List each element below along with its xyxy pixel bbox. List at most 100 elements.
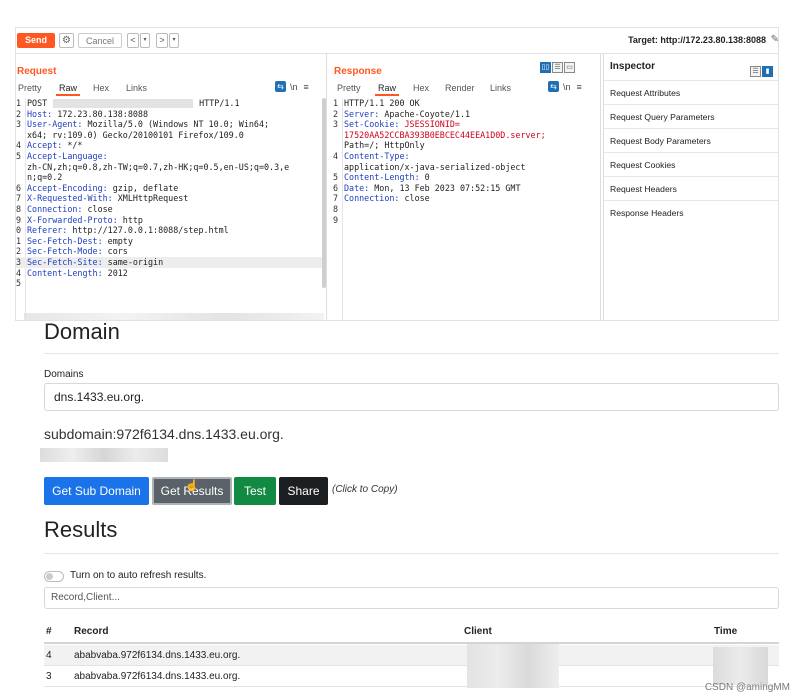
forward-button[interactable]: > xyxy=(156,33,168,48)
get-sub-domain-button[interactable]: Get Sub Domain xyxy=(44,477,149,505)
subdomain-text[interactable]: subdomain:972f6134.dns.1433.eu.org. xyxy=(44,426,284,442)
header-value: POST xyxy=(27,98,48,108)
results-filter-input[interactable]: Record,Client... xyxy=(44,587,779,609)
line-number: 5 xyxy=(16,278,22,289)
line-number: 2 xyxy=(16,108,22,119)
csdn-watermark: CSDN @amingMM xyxy=(704,682,790,693)
header-name: Connection: xyxy=(344,193,400,204)
inspector-list-icon[interactable]: ☰ xyxy=(750,66,761,77)
redacted-text xyxy=(40,448,168,462)
code-line: 1 HTTP/1.1 200 OK xyxy=(333,98,600,109)
line-number: 0 xyxy=(16,225,22,236)
header-name: Host: xyxy=(27,108,53,119)
table-row[interactable]: 3 ababvaba.972f6134.dns.1433.eu.org. xyxy=(44,666,779,687)
column-header-time: Time xyxy=(714,626,738,637)
inspector-pane: Inspector ☰ ▮ Request Attributes Request … xyxy=(603,54,778,320)
menu-icon[interactable]: ≡ xyxy=(577,82,582,92)
back-button[interactable]: < xyxy=(127,33,139,48)
inspector-item-request-headers[interactable]: Request Headers xyxy=(604,176,778,200)
header-name: Accept-Encoding: xyxy=(27,182,108,193)
target-label[interactable]: Target: http://172.23.80.138:8088 xyxy=(628,35,766,45)
wrap-lines-icon[interactable]: ⇆ xyxy=(548,81,559,93)
line-number: 1 xyxy=(16,235,22,246)
domains-select[interactable]: dns.1433.eu.org. xyxy=(44,383,779,411)
show-newlines-icon[interactable]: \n xyxy=(290,82,298,92)
menu-icon[interactable]: ≡ xyxy=(304,82,309,92)
back-history-dropdown[interactable]: ▾ xyxy=(140,33,150,48)
request-scrollbar[interactable] xyxy=(322,98,326,288)
dnslog-page: Domain Domains dns.1433.eu.org. subdomai… xyxy=(15,319,779,689)
split-horizontal-icon[interactable]: ▯▯ xyxy=(540,62,551,73)
line-number: 6 xyxy=(333,182,339,193)
code-line: 3 User-Agent: Mozilla/5.0 (Windows NT 10.… xyxy=(16,119,326,130)
burp-repeater-panel: Send ⚙ Cancel < ▾ > ▾ Target: http://172… xyxy=(15,27,779,321)
column-header-client: Client xyxy=(464,626,492,637)
code-line: x64; rv:109.0) Gecko/20100101 Firefox/10… xyxy=(16,130,326,141)
code-line: 0 Referer: http://127.0.0.1:8088/step.htm… xyxy=(16,225,326,236)
auto-refresh-label: Turn on to auto refresh results. xyxy=(70,570,207,581)
forward-history-dropdown[interactable]: ▾ xyxy=(169,33,179,48)
row-number: 3 xyxy=(46,671,52,682)
request-editor[interactable]: 1 POST HTTP/1.1 2 Host: 172.23.80.138:8088 3 U… xyxy=(16,98,326,289)
tab-hex[interactable]: Hex xyxy=(413,82,429,94)
inspector-item-response-headers[interactable]: Response Headers xyxy=(604,200,778,224)
tab-links[interactable]: Links xyxy=(126,82,147,94)
header-name: Date: xyxy=(344,182,370,193)
header-value: Mozilla/5.0 (Windows NT 10.0; Win64; xyxy=(82,119,270,130)
wrap-lines-icon[interactable]: ⇆ xyxy=(275,81,286,93)
row-record: ababvaba.972f6134.dns.1433.eu.org. xyxy=(74,671,241,682)
tab-hex[interactable]: Hex xyxy=(93,82,109,94)
header-name: X-Forwarded-Proto: xyxy=(27,214,118,225)
inspector-panel-icon[interactable]: ▮ xyxy=(762,66,773,77)
code-line: 3 Sec-Fetch-Site: same-origin xyxy=(16,256,326,268)
send-button[interactable]: Send xyxy=(17,33,55,48)
tab-links[interactable]: Links xyxy=(490,82,511,94)
auto-refresh-toggle[interactable] xyxy=(44,571,64,582)
column-header-number: # xyxy=(46,626,52,637)
inspector-item-request-cookies[interactable]: Request Cookies xyxy=(604,152,778,176)
line-number: 4 xyxy=(333,150,339,161)
code-line: application/x-java-serialized-object xyxy=(333,162,600,173)
inspector-title: Inspector xyxy=(610,61,656,72)
inspector-item-request-query-parameters[interactable]: Request Query Parameters xyxy=(604,104,778,128)
code-line: 3 Set-Cookie: JSESSIONID= xyxy=(333,119,600,130)
divider xyxy=(44,353,779,354)
tab-pretty[interactable]: Pretty xyxy=(18,82,42,94)
code-line: 5 Accept-Language: xyxy=(16,151,326,162)
code-line: 7 Connection: close xyxy=(333,193,600,204)
layout-toggle: ▯▯ ☰ ▭ xyxy=(540,56,576,73)
tab-raw[interactable]: Raw xyxy=(55,82,81,96)
header-value: 172.23.80.138:8088 xyxy=(52,108,149,119)
cancel-button[interactable]: Cancel xyxy=(78,33,122,48)
header-value: x64; rv:109.0) Gecko/20100101 Firefox/10… xyxy=(27,129,244,140)
line-number: 1 xyxy=(16,98,22,108)
code-line: 2 Host: 172.23.80.138:8088 xyxy=(16,109,326,120)
header-value: cors xyxy=(102,246,128,257)
gear-icon[interactable]: ⚙ xyxy=(59,33,74,48)
table-row[interactable]: 4 ababvaba.972f6134.dns.1433.eu.org. xyxy=(44,645,779,666)
code-line: 8 Connection: close xyxy=(16,204,326,215)
test-button[interactable]: Test xyxy=(234,477,276,505)
code-line: 8 xyxy=(333,204,600,215)
code-line: 6 Date: Mon, 13 Feb 2023 07:52:15 GMT xyxy=(333,183,600,194)
tabs-layout-icon[interactable]: ▭ xyxy=(564,62,575,73)
tab-render[interactable]: Render xyxy=(445,82,475,94)
response-pane: ▯▯ ☰ ▭ Response Pretty Raw Hex Render Link… xyxy=(333,54,601,320)
response-editor[interactable]: 1 HTTP/1.1 200 OK 2 Server: Apache-Coyote/1… xyxy=(333,98,600,225)
show-newlines-icon[interactable]: \n xyxy=(563,82,571,92)
split-vertical-icon[interactable]: ☰ xyxy=(552,62,563,73)
edit-target-icon[interactable]: ✎ xyxy=(771,34,778,45)
inspector-item-request-body-parameters[interactable]: Request Body Parameters xyxy=(604,128,778,152)
header-name: Sec-Fetch-Dest: xyxy=(27,235,103,246)
inspector-item-request-attributes[interactable]: Request Attributes xyxy=(604,80,778,104)
line-number: 2 xyxy=(333,108,339,119)
line-number: 9 xyxy=(333,214,339,225)
header-value: JSESSIONID= xyxy=(399,119,460,130)
tab-pretty[interactable]: Pretty xyxy=(337,82,361,94)
inspector-layout-toggle: ☰ ▮ xyxy=(750,60,774,78)
share-button[interactable]: Share xyxy=(279,477,328,505)
tab-raw[interactable]: Raw xyxy=(374,82,400,96)
header-value: */* xyxy=(62,140,83,151)
code-line: 7 X-Requested-With: XMLHttpRequest xyxy=(16,193,326,204)
header-value: gzip, deflate xyxy=(107,182,179,193)
